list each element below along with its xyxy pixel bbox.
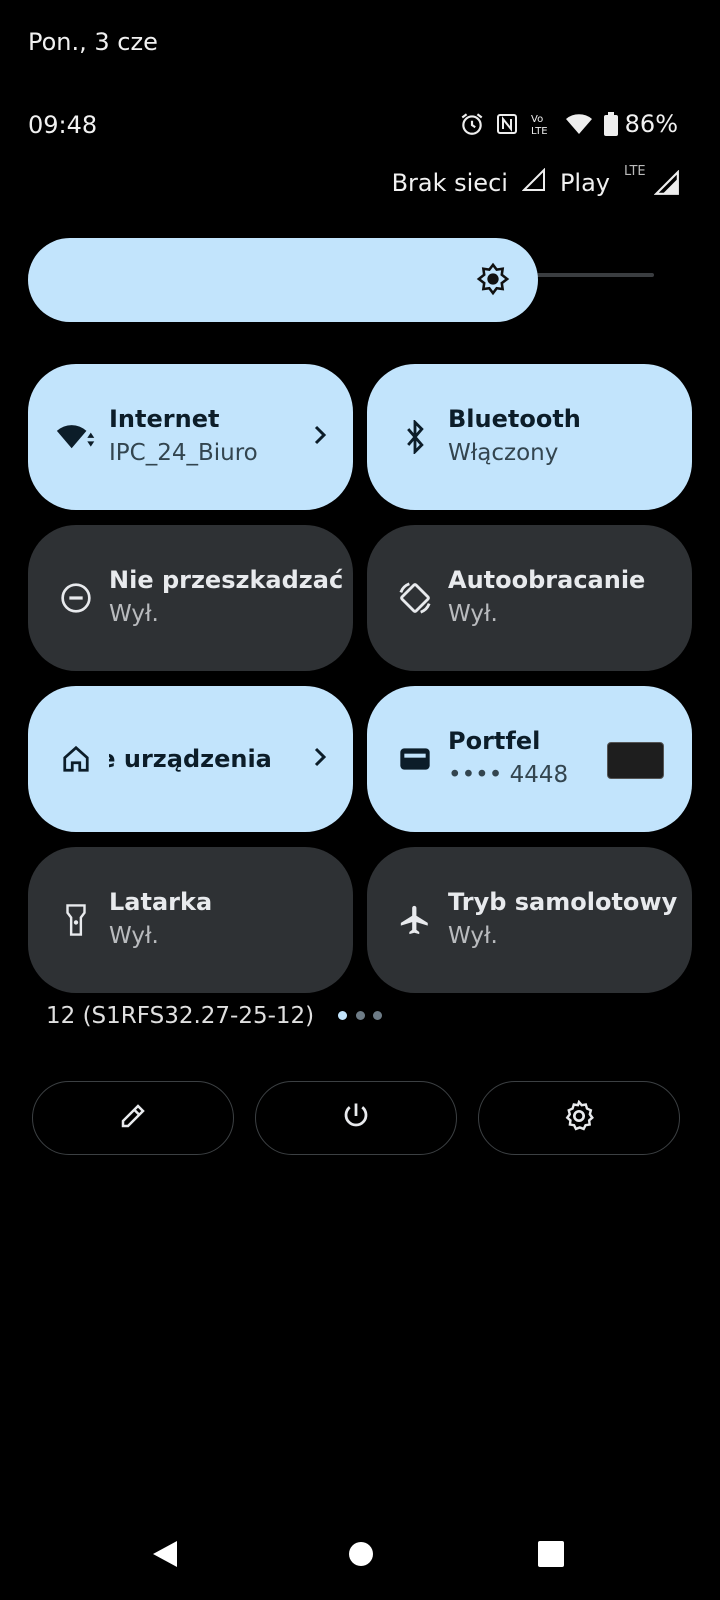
tile-title: Nie przeszkadzać [109, 566, 344, 594]
signal-icon [654, 170, 679, 195]
build-number[interactable]: 12 (S1RFS32.27-25-12) [46, 1003, 314, 1029]
payment-card-thumbnail [607, 742, 664, 779]
tile-flashlight[interactable]: Latarka Wył. [28, 847, 353, 993]
sim1-status: Brak sieci [391, 169, 508, 197]
tile-subtitle: IPC_24_Biuro [109, 440, 258, 466]
battery-percentage: 86% [624, 110, 678, 138]
edit-icon [118, 1101, 148, 1135]
tile-bluetooth[interactable]: Bluetooth Włączony [367, 364, 692, 510]
page-dot[interactable] [356, 1011, 365, 1020]
tile-title: ie urządzenia [109, 745, 272, 773]
lte-signal: LTE [624, 164, 680, 198]
tile-title: Bluetooth [448, 405, 581, 433]
date-label: Pon., 3 cze [28, 28, 158, 56]
flashlight-icon [56, 900, 96, 940]
power-button[interactable] [255, 1081, 457, 1155]
tile-subtitle: Włączony [448, 440, 559, 466]
edit-button[interactable] [32, 1081, 234, 1155]
battery-icon [603, 111, 619, 137]
tile-internet[interactable]: Internet IPC_24_Biuro [28, 364, 353, 510]
page-dot[interactable] [373, 1011, 382, 1020]
tile-airplane-mode[interactable]: Tryb samolotowy Wył. [367, 847, 692, 993]
tile-subtitle: Wył. [109, 601, 159, 627]
tile-home-devices[interactable]: ie urządzenia [28, 686, 353, 832]
lte-label: LTE [624, 164, 646, 179]
tile-title-clip: ie urządzenia [109, 686, 299, 832]
wifi-icon [565, 112, 593, 136]
auto-rotate-icon [395, 578, 435, 618]
home-icon [56, 739, 96, 779]
svg-text:Vo: Vo [531, 114, 543, 125]
signal-empty-icon [521, 167, 546, 198]
settings-button[interactable] [478, 1081, 680, 1155]
chevron-right-icon [311, 423, 329, 451]
do-not-disturb-icon [56, 578, 96, 618]
alarm-icon [459, 111, 485, 137]
recents-icon[interactable] [537, 1539, 565, 1573]
tile-subtitle: Wył. [109, 923, 159, 949]
tile-subtitle: Wył. [448, 601, 498, 627]
wallet-icon [395, 739, 435, 779]
status-icons: Vo LTE 86% [459, 110, 678, 138]
tile-subtitle: •••• 4448 [448, 762, 569, 788]
wifi-icon [56, 417, 96, 457]
tile-wallet[interactable]: Portfel •••• 4448 [367, 686, 692, 832]
carrier-row: Brak sieci Play LTE [391, 164, 680, 198]
tile-title: Autoobracanie [448, 566, 646, 594]
home-button-icon[interactable] [348, 1539, 374, 1573]
nfc-icon [495, 112, 519, 136]
sim2-carrier: Play [559, 169, 610, 197]
clock-label: 09:48 [28, 111, 98, 139]
tile-do-not-disturb[interactable]: Nie przeszkadzać Wył. [28, 525, 353, 671]
bluetooth-icon [395, 417, 435, 457]
page-dot-active[interactable] [338, 1011, 347, 1020]
back-icon[interactable] [151, 1539, 179, 1573]
tile-title: Tryb samolotowy [448, 888, 678, 916]
tile-subtitle: Wył. [448, 923, 498, 949]
tile-title: Portfel [448, 727, 541, 755]
tile-title: Latarka [109, 888, 213, 916]
volte-icon: Vo LTE [529, 111, 555, 137]
chevron-right-icon [311, 745, 329, 773]
svg-text:LTE: LTE [531, 126, 548, 137]
airplane-icon [395, 900, 435, 940]
brightness-icon [476, 262, 510, 300]
power-icon [341, 1101, 371, 1135]
tile-auto-rotate[interactable]: Autoobracanie Wył. [367, 525, 692, 671]
settings-icon [563, 1099, 595, 1136]
brightness-slider[interactable] [28, 238, 538, 322]
tile-title: Internet [109, 405, 220, 433]
